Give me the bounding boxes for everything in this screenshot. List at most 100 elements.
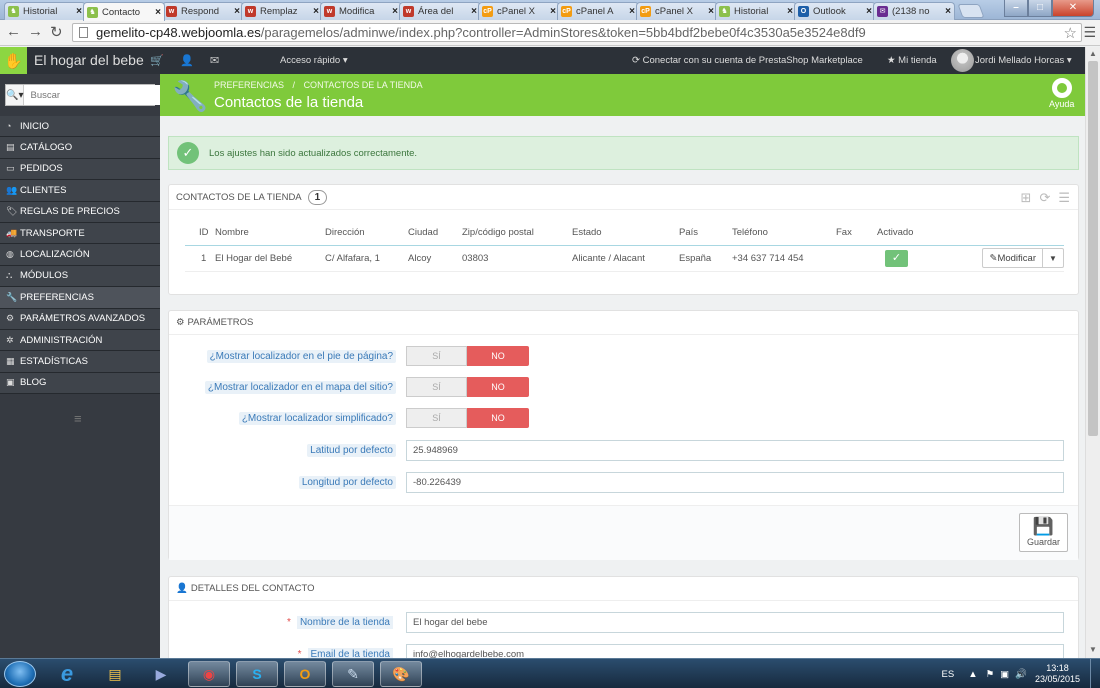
switch-yes[interactable]: SÍ bbox=[406, 408, 467, 428]
switch-no[interactable]: NO bbox=[467, 346, 529, 366]
edit-button[interactable]: ✎ Modificar bbox=[983, 249, 1043, 267]
sidebar-item-preferencias[interactable]: 🔧 Preferencias bbox=[0, 287, 160, 309]
dropdown-caret-icon[interactable]: ▼ bbox=[1043, 254, 1063, 263]
breadcrumb-item[interactable]: Contactos de la tienda bbox=[304, 80, 423, 90]
table-row[interactable]: 1 El Hogar del Bebé C/ Alfafara, 1 Alcoy 038… bbox=[185, 245, 1064, 272]
sidebar-item-blog[interactable]: ▣ Blog bbox=[0, 372, 160, 395]
flag-icon[interactable]: ⚑ bbox=[986, 669, 995, 680]
tab-close-icon[interactable]: × bbox=[76, 6, 82, 17]
sidebar-item-catalogo[interactable]: ▤ Catálogo bbox=[0, 137, 160, 159]
paint-icon[interactable]: 🎨 bbox=[380, 661, 422, 687]
tab-close-icon[interactable]: × bbox=[945, 6, 951, 17]
browser-tab[interactable]: cP cPanel X × bbox=[478, 2, 560, 20]
sidebar-item-inicio[interactable]: ◔ Inicio bbox=[0, 116, 160, 138]
switch-yes[interactable]: SÍ bbox=[406, 377, 467, 397]
outlook-icon[interactable]: O bbox=[284, 661, 326, 687]
column-header[interactable]: Ciudad bbox=[408, 221, 462, 246]
my-store-link[interactable]: ★ Mi tienda bbox=[887, 55, 937, 66]
user-menu[interactable]: Jordi Mellado Horcas ▾ bbox=[975, 55, 1072, 66]
sidebar-item-administracion[interactable]: ✲ Administración bbox=[0, 329, 160, 352]
sql-export-icon[interactable]: ☰ bbox=[1058, 190, 1070, 206]
skype-icon[interactable]: S bbox=[236, 661, 278, 687]
page-scrollbar[interactable]: ▲ ▼ bbox=[1085, 47, 1100, 658]
browser-tab[interactable]: ♞ Contacto × bbox=[83, 2, 165, 21]
tab-close-icon[interactable]: × bbox=[866, 6, 872, 17]
column-header[interactable]: Nombre bbox=[215, 221, 325, 246]
tab-close-icon[interactable]: × bbox=[313, 6, 319, 17]
store-name-input[interactable]: El hogar del bebe bbox=[406, 612, 1064, 633]
sidebar-item-transporte[interactable]: 🚚 Transporte bbox=[0, 222, 160, 245]
browser-tab[interactable]: w Área del × bbox=[399, 2, 481, 20]
reload-icon[interactable]: ↻ bbox=[50, 23, 63, 41]
ie-icon[interactable]: e bbox=[46, 661, 88, 687]
breadcrumb-item[interactable]: Preferencias bbox=[214, 80, 284, 90]
media-player-icon[interactable]: ▶ bbox=[140, 661, 182, 687]
browser-tab[interactable]: w Respond × bbox=[162, 2, 244, 20]
quick-access-menu[interactable]: Acceso rápido ▾ bbox=[280, 55, 348, 66]
tab-close-icon[interactable]: × bbox=[708, 6, 714, 17]
forward-icon[interactable]: → bbox=[28, 23, 43, 40]
column-header[interactable]: Zip/código postal bbox=[462, 221, 572, 246]
add-new-icon[interactable]: ⊞ bbox=[1021, 190, 1032, 206]
notepad-icon[interactable]: ✎ bbox=[332, 661, 374, 687]
new-tab-button[interactable] bbox=[957, 4, 985, 18]
browser-tab[interactable]: w Remplaz × bbox=[241, 2, 323, 20]
browser-tab[interactable]: cP cPanel X × bbox=[636, 2, 718, 20]
tab-close-icon[interactable]: × bbox=[787, 6, 793, 17]
switch-no[interactable]: NO bbox=[467, 377, 529, 397]
url-input[interactable]: gemelito-cp48.webjoomla.es/paragemelos/a… bbox=[72, 23, 1082, 42]
show-desktop-button[interactable] bbox=[1090, 659, 1100, 688]
tab-close-icon[interactable]: × bbox=[471, 6, 477, 17]
sidebar-item-clientes[interactable]: 👥 Clientes bbox=[0, 180, 160, 202]
column-header[interactable]: Activado bbox=[877, 221, 961, 246]
browser-tab[interactable]: ✉ (2138 no × bbox=[873, 2, 955, 20]
tab-close-icon[interactable]: × bbox=[234, 6, 240, 17]
collapse-menu-icon[interactable]: ≡ bbox=[74, 411, 82, 426]
scroll-up-icon[interactable]: ▲ bbox=[1089, 49, 1097, 58]
tab-close-icon[interactable]: × bbox=[155, 7, 161, 18]
active-check-icon[interactable]: ✓ bbox=[885, 249, 908, 267]
minimize-icon[interactable]: – bbox=[1004, 0, 1028, 17]
browser-tab[interactable]: O Outlook × bbox=[794, 2, 876, 20]
bookmark-star-icon[interactable]: ☆ bbox=[1064, 24, 1077, 42]
column-header[interactable]: País bbox=[679, 221, 732, 246]
browser-tab[interactable]: w Modifica × bbox=[320, 2, 402, 20]
explorer-icon[interactable]: ▤ bbox=[94, 661, 136, 687]
chrome-icon[interactable]: ◉ bbox=[188, 661, 230, 687]
language-indicator[interactable]: ES bbox=[942, 669, 955, 680]
switch-yes[interactable]: SÍ bbox=[406, 346, 467, 366]
mail-icon[interactable]: ✉ bbox=[210, 54, 219, 67]
sidebar-item-parametros-avanzados[interactable]: ⚙ Parámetros avanzados bbox=[0, 308, 160, 330]
scroll-down-icon[interactable]: ▼ bbox=[1089, 645, 1097, 654]
search-input[interactable] bbox=[24, 85, 163, 105]
browser-tab[interactable]: ♞ Historial × bbox=[4, 2, 86, 20]
save-button[interactable]: 💾 Guardar bbox=[1019, 513, 1068, 552]
column-header[interactable]: ID bbox=[185, 221, 215, 246]
shop-name[interactable]: El hogar del bebe bbox=[34, 52, 144, 68]
switch-no[interactable]: NO bbox=[467, 408, 529, 428]
sidebar-item-reglas-de-precios[interactable]: 🏷 Reglas de precios bbox=[0, 201, 160, 223]
column-header[interactable]: Fax bbox=[836, 221, 877, 246]
refresh-icon[interactable]: ⟳ bbox=[1039, 190, 1050, 206]
longitude-input[interactable]: -80.226439 bbox=[406, 472, 1064, 493]
column-header[interactable]: Dirección bbox=[325, 221, 408, 246]
marketplace-connect-link[interactable]: ⟳ Conectar con su cuenta de PrestaShop M… bbox=[632, 55, 863, 66]
network-icon[interactable]: ▣ bbox=[1000, 669, 1009, 680]
browser-menu-icon[interactable]: ☰ bbox=[1083, 24, 1096, 41]
maximize-icon[interactable]: □ bbox=[1028, 0, 1052, 17]
volume-icon[interactable]: 🔊 bbox=[1015, 669, 1027, 680]
avatar[interactable] bbox=[951, 49, 974, 72]
start-button[interactable] bbox=[4, 661, 36, 687]
clock[interactable]: 13:18 23/05/2015 bbox=[1035, 663, 1080, 685]
column-header[interactable]: Estado bbox=[572, 221, 679, 246]
browser-tab[interactable]: ♞ Historial × bbox=[715, 2, 797, 20]
column-header[interactable]: Teléfono bbox=[732, 221, 836, 246]
sidebar-item-modulos[interactable]: ⛬ Módulos bbox=[0, 265, 160, 288]
tab-close-icon[interactable]: × bbox=[392, 6, 398, 17]
sidebar-item-localizacion[interactable]: ◍ Localización bbox=[0, 244, 160, 266]
sidebar-item-estadisticas[interactable]: ▦ Estadísticas bbox=[0, 351, 160, 373]
sidebar-item-pedidos[interactable]: ▭ Pedidos bbox=[0, 158, 160, 181]
tab-close-icon[interactable]: × bbox=[629, 6, 635, 17]
latitude-input[interactable]: 25.948969 bbox=[406, 440, 1064, 461]
tray-expand-icon[interactable]: ▲ bbox=[968, 669, 977, 680]
